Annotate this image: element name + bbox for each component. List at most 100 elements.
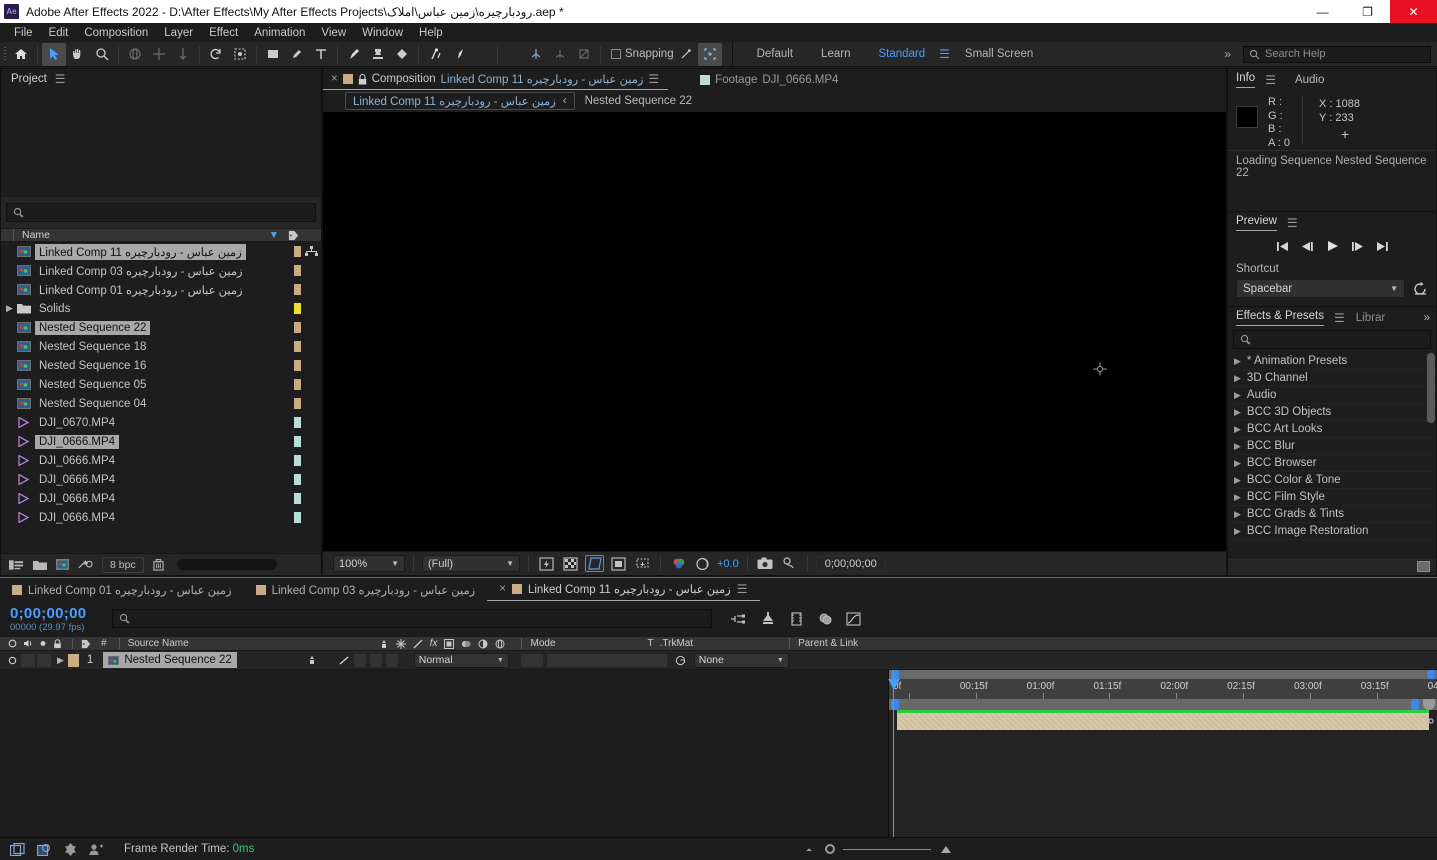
column-source-name[interactable]: Source Name	[118, 638, 189, 649]
layer-trkmat-cell[interactable]	[546, 653, 667, 667]
timeline-graph-area[interactable]: 0f 00:15f 01:00f 01:15f 02:00f 02:15f 03:00f 03…	[888, 670, 1437, 837]
lock-switch-icon[interactable]	[53, 638, 62, 649]
chevron-right-icon[interactable]: ▶	[1234, 441, 1241, 452]
puppet-pin-tool-icon[interactable]	[423, 43, 447, 66]
label-column-icon[interactable]	[288, 230, 299, 241]
local-axis-mode-icon[interactable]	[524, 43, 548, 66]
orbit-tool-icon[interactable]	[123, 43, 147, 66]
chevron-right-icon[interactable]: ▶	[1234, 458, 1241, 469]
toggle-switches-modes-icon[interactable]	[10, 842, 25, 856]
chevron-right-icon[interactable]: ▶	[1234, 390, 1241, 401]
audio-switch-icon[interactable]	[23, 639, 33, 648]
pen-tool-icon[interactable]	[285, 43, 309, 66]
menu-effect[interactable]: Effect	[201, 26, 246, 40]
breadcrumb-current-comp[interactable]: زمین عباس - رودبارچیره Linked Comp 11 ‹	[345, 92, 575, 110]
project-item-label-swatch[interactable]	[294, 493, 301, 504]
project-item-label-swatch[interactable]	[294, 284, 301, 295]
view-axis-mode-icon[interactable]	[572, 43, 596, 66]
zoom-tool-icon[interactable]	[90, 43, 114, 66]
layer-keyframe-nav-icon[interactable]	[1421, 713, 1435, 725]
effects-category-row[interactable]: ▶ * Animation Presets	[1228, 353, 1436, 370]
solo-switch-icon[interactable]	[39, 639, 47, 648]
effects-category-row[interactable]: ▶ BCC Image Restoration	[1228, 523, 1436, 540]
new-animation-preset-icon[interactable]	[1417, 561, 1430, 572]
column-trkmat[interactable]: .TrkMat	[660, 638, 694, 649]
timeline-layer-row[interactable]: ▶ 1 Nested Sequence 22 Normal ▼ None ▼	[0, 651, 1437, 670]
timeline-zoom-slider-knob[interactable]	[825, 844, 835, 854]
effects-scrollbar[interactable]	[1427, 353, 1435, 423]
layer-audio-toggle[interactable]	[21, 653, 35, 667]
effects-panel-menu-icon[interactable]: ☰	[1334, 311, 1346, 325]
chevron-right-icon[interactable]: ▶	[1234, 373, 1241, 384]
timeline-zoom-slider-track[interactable]	[843, 848, 931, 850]
project-item-row[interactable]: ▶ Solids	[1, 299, 321, 318]
chevron-left-icon[interactable]: ‹	[563, 95, 567, 107]
project-item-row[interactable]: Nested Sequence 22	[1, 318, 321, 337]
reset-icon[interactable]	[1413, 281, 1428, 296]
draft-3d-icon[interactable]	[760, 611, 776, 626]
project-panel-menu-icon[interactable]: ☰	[55, 72, 67, 86]
resolution-dropdown[interactable]: (Full) ▼	[422, 555, 520, 572]
effects-category-row[interactable]: ▶ BCC Blur	[1228, 438, 1436, 455]
effects-category-row[interactable]: ▶ BCC Color & Tone	[1228, 472, 1436, 489]
project-item-label-swatch[interactable]	[294, 398, 301, 409]
selection-tool-icon[interactable]	[42, 42, 66, 66]
effects-category-row[interactable]: ▶ 3D Channel	[1228, 370, 1436, 387]
project-item-row[interactable]: زمین عباس - رودبارچیره Linked Comp 03	[1, 261, 321, 280]
column-mode[interactable]: Mode	[521, 638, 556, 649]
work-area-end-handle[interactable]	[1427, 670, 1435, 679]
new-folder-icon[interactable]	[33, 559, 47, 571]
shortcut-dropdown[interactable]: Spacebar ▼	[1236, 279, 1405, 298]
chevron-right-icon[interactable]: ▶	[1234, 407, 1241, 418]
chevron-right-icon[interactable]: ▶	[1234, 424, 1241, 435]
clone-stamp-tool-icon[interactable]	[366, 43, 390, 66]
project-item-row[interactable]: DJI_0670.MP4	[1, 413, 321, 432]
enable-frame-blending-icon[interactable]	[818, 612, 832, 626]
project-search-input[interactable]	[6, 203, 316, 222]
adjustment-layer-icon[interactable]	[478, 639, 488, 649]
info-panel-menu-icon[interactable]: ☰	[1265, 73, 1277, 87]
label-column-icon[interactable]	[72, 638, 91, 649]
chevron-right-icon[interactable]: ▶	[1234, 492, 1241, 503]
layer-duration-bar[interactable]	[897, 713, 1429, 730]
effects-category-row[interactable]: ▶ BCC Grads & Tints	[1228, 506, 1436, 523]
layer-label-color[interactable]	[67, 653, 79, 667]
menu-edit[interactable]: Edit	[41, 26, 77, 40]
workspace-overflow-icon[interactable]: »	[1224, 47, 1231, 61]
close-icon[interactable]: ×	[499, 583, 506, 595]
hide-shy-layers-icon[interactable]	[790, 611, 804, 626]
workspace-small-screen[interactable]: Small Screen	[951, 48, 1047, 60]
next-frame-icon[interactable]	[1351, 241, 1364, 252]
composition-panel-menu-icon[interactable]: ☰	[648, 72, 660, 86]
breadcrumb-nested-comp[interactable]: Nested Sequence 22	[585, 95, 692, 107]
workspace-default[interactable]: Default	[743, 48, 807, 60]
chevron-right-icon[interactable]: ▶	[1234, 475, 1241, 486]
workspace-learn[interactable]: Learn	[807, 48, 864, 60]
motion-blur-icon[interactable]	[461, 639, 471, 649]
menu-file[interactable]: File	[6, 26, 41, 40]
project-item-row[interactable]: زمین عباس - رودبارچیره Linked Comp 01	[1, 280, 321, 299]
take-snapshot-icon[interactable]	[756, 555, 775, 572]
project-item-row[interactable]: DJI_0666.MP4	[1, 432, 321, 451]
work-area-bar[interactable]	[889, 670, 1437, 679]
fast-previews-icon[interactable]	[537, 555, 556, 572]
rotation-tool-icon[interactable]	[204, 43, 228, 66]
exposure-value[interactable]: +0.0	[717, 558, 739, 570]
tab-project[interactable]: Project	[11, 73, 47, 85]
show-snapshot-icon[interactable]	[780, 555, 799, 572]
prev-frame-icon[interactable]	[1301, 241, 1314, 252]
close-icon[interactable]: ×	[331, 73, 338, 85]
project-item-label-swatch[interactable]	[294, 436, 301, 447]
column-name[interactable]: Name	[13, 229, 50, 241]
timeline-panel-menu-icon[interactable]: ☰	[737, 582, 749, 596]
channel-selector-icon[interactable]	[669, 555, 688, 572]
sort-arrow-icon[interactable]: ▼	[269, 229, 279, 241]
project-settings-icon[interactable]	[78, 559, 93, 571]
layer-source-name[interactable]: Nested Sequence 22	[103, 652, 237, 668]
region-of-interest-icon[interactable]	[585, 555, 604, 572]
time-ruler[interactable]: 0f 00:15f 01:00f 01:15f 02:00f 02:15f 03:00f 03…	[889, 679, 1437, 699]
project-item-row[interactable]: Nested Sequence 05	[1, 375, 321, 394]
column-parent-link[interactable]: Parent & Link	[789, 638, 858, 649]
graph-editor-icon[interactable]	[846, 611, 861, 626]
timeline-tab[interactable]: زمین عباس - رودبارچیره Linked Comp 01	[0, 578, 244, 601]
